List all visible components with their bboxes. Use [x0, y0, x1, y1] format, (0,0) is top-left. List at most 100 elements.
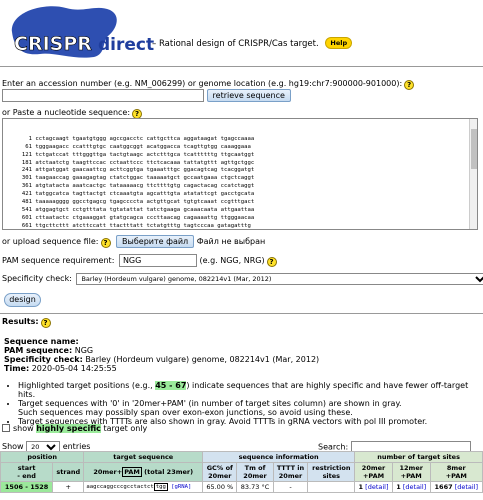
- cell-sequence: aagccaggcccgcctactct tgg [gRNA]: [83, 481, 204, 493]
- sequence-line-text: cctagcaagt tgaatgtggg agccgacctc cattgct…: [32, 135, 255, 142]
- sequence-line-text: atgtatacta aaatcactgc tataaaaacg ttctttt…: [32, 183, 255, 190]
- sequence-line-number: 361: [21, 183, 32, 190]
- help-question-icon[interactable]: ?: [404, 80, 415, 90]
- sequence-line-number: 481: [21, 199, 32, 206]
- page: CRISPR direct – Rational design of CRISP…: [0, 0, 483, 500]
- sequence-line: 121 tctgatccat tttgggttga tactgtaagc act…: [6, 152, 474, 160]
- results-table: position target sequence sequence inform…: [0, 451, 483, 493]
- header-divider: [0, 66, 483, 67]
- highly-specific-checkbox[interactable]: [2, 424, 10, 432]
- cell-12mer: 1 [detail]: [391, 481, 431, 493]
- sequence-line-number: 301: [21, 175, 32, 182]
- sequence-line-number: 181: [21, 159, 32, 166]
- group-target-sequence: target sequence: [83, 451, 204, 463]
- pam-row: PAM sequence requirement: (e.g. NGG, NRG…: [2, 254, 277, 267]
- help-button[interactable]: Help: [325, 37, 353, 49]
- sequence-line-text: tatggcatca tagttactgt ctcaaatgta agcattt…: [32, 191, 255, 198]
- sequence-line: 601 cttaatactc ctgaaaggat gtatgcagca ccc…: [6, 215, 474, 223]
- sequence-line: 541 atggagtgct cctgtttata tgtatattat tat…: [6, 207, 474, 215]
- sequence-line-number: 61: [25, 143, 32, 150]
- choose-file-button[interactable]: Выберите файл: [116, 235, 195, 248]
- specificity-label: Specificity check:: [2, 274, 72, 283]
- sequence-line-text: taagaaccag gaaagagtag ctatctggac taaaaat…: [32, 175, 255, 182]
- group-position: position: [0, 451, 85, 463]
- sequence-line-number: 121: [21, 151, 32, 158]
- tagline: – Rational design of CRISPR/Cas target. …: [152, 37, 353, 49]
- detail-link[interactable]: [detail]: [365, 483, 388, 491]
- group-target-sites: number of target sites: [354, 451, 483, 463]
- col-tttt[interactable]: TTTT in 20mer: [272, 462, 309, 482]
- time-value: 2020-05-04 14:25:55: [31, 364, 117, 373]
- cell-restriction: [307, 481, 356, 493]
- grna-link[interactable]: [gRNA]: [171, 484, 191, 490]
- note-gray: Target sequences with '0' in '20mer+PAM'…: [18, 399, 476, 417]
- sequence-line: 301 taagaaccag gaaagagtag ctatctggac taa…: [6, 175, 474, 183]
- design-button[interactable]: design: [4, 293, 41, 307]
- help-question-icon[interactable]: ?: [100, 238, 111, 248]
- col-strand[interactable]: strand: [52, 462, 85, 482]
- detail-link[interactable]: [detail]: [455, 483, 478, 491]
- col-20mer-pam[interactable]: 20mer +PAM: [354, 462, 393, 482]
- note-highlight: Highlighted target positions (e.g., 45 -…: [18, 381, 476, 399]
- group-sequence-info: sequence information: [202, 451, 356, 463]
- paste-label: or Paste a nucleotide sequence:: [2, 108, 131, 117]
- seq-name-label: Sequence name:: [4, 337, 79, 346]
- logo-text-crispr: CRISPR: [14, 33, 92, 55]
- textarea-scrollbar[interactable]: [469, 119, 477, 229]
- spec-check-label: Specificity check:: [4, 355, 83, 364]
- col-gc[interactable]: GC% of 20mer: [202, 462, 238, 482]
- file-status: Файл не выбран: [196, 237, 266, 246]
- sequence-line-number: 1: [28, 135, 32, 142]
- time-label: Time:: [4, 364, 30, 373]
- col-8mer-pam[interactable]: 8mer +PAM: [429, 462, 483, 482]
- results-info: Sequence name: PAM sequence: NGG Specifi…: [4, 337, 319, 373]
- specificity-row: Specificity check: Barley (Hordeum vulga…: [2, 273, 483, 285]
- cell-tm: 83.73 °C: [236, 481, 274, 493]
- retrieve-sequence-button[interactable]: retrieve sequence: [206, 89, 291, 102]
- divider: [0, 313, 483, 314]
- pam-seq-value: NGG: [74, 346, 94, 355]
- sequence-line-number: 601: [21, 214, 32, 221]
- col-12mer-pam[interactable]: 12mer +PAM: [391, 462, 431, 482]
- sequence-line: 241 attgatggat gaacaattcg acttcggtga tga…: [6, 167, 474, 175]
- help-question-icon[interactable]: ?: [266, 257, 277, 267]
- pam-input[interactable]: [118, 254, 197, 267]
- detail-link[interactable]: [detail]: [403, 483, 426, 491]
- sequence-line: 421 tatggcatca tagttactgt ctcaaatgta agc…: [6, 191, 474, 199]
- cell-8mer: 1667 [detail]: [429, 481, 483, 493]
- sequence-line-number: 241: [21, 167, 32, 174]
- highlight-example: 45 - 67: [155, 381, 187, 390]
- col-restriction[interactable]: restriction sites: [307, 462, 356, 482]
- sequence-line-number: 541: [21, 206, 32, 213]
- sequence-line: 181 atctaatctg taagttccac cctaattccc ttc…: [6, 160, 474, 168]
- scrollbar-thumb[interactable]: [471, 129, 477, 169]
- accession-label: Enter an accession number (e.g. NM_00629…: [2, 79, 403, 88]
- sequence-line: 361 atgtatacta aaatcactgc tataaaaacg ttc…: [6, 183, 474, 191]
- table-row[interactable]: 1506 - 1528 + aagccaggcccgcctactct tgg [g…: [0, 481, 483, 493]
- sequence-line-text: cttaatactc ctgaaaggat gtatgcagca cccttaa…: [32, 214, 255, 221]
- sequence-line-text: ttgcttcttt atcttccatt ttactttatt tctatgt…: [32, 222, 251, 229]
- col-start-end[interactable]: start - end: [0, 462, 54, 482]
- sequence-line-text: tctgatccat tttgggttga tactgtaagc actcttt…: [32, 151, 255, 158]
- pam-hint: (e.g. NGG, NRG): [199, 256, 265, 265]
- cell-position: 1506 - 1528: [0, 481, 54, 493]
- tagline-text: – Rational design of CRISPR/Cas target.: [152, 39, 319, 49]
- accession-input-row: retrieve sequence: [2, 89, 291, 102]
- sequence-textarea[interactable]: 1 cctagcaagt tgaatgtggg agccgacctc cattg…: [2, 118, 478, 230]
- sequence-line: 61 tgggaagacc ccatttgtgc caatggcggt acat…: [6, 144, 474, 152]
- help-question-icon[interactable]: ?: [40, 318, 51, 328]
- sequence-line: 481 taaaaagggg ggcctgagcg tgagccccta act…: [6, 199, 474, 207]
- accession-input[interactable]: [2, 89, 204, 102]
- crisprdirect-logo[interactable]: CRISPR direct: [4, 2, 154, 60]
- sequence-line-number: 661: [21, 222, 32, 229]
- specificity-select[interactable]: Barley (Hordeum vulgare) genome, 082214v…: [76, 273, 483, 285]
- results-title: Results:: [2, 317, 39, 326]
- col-sequence[interactable]: 20mer+ PAM (total 23mer): [83, 462, 204, 482]
- spec-check-value: Barley (Hordeum vulgare) genome, 082214v…: [85, 355, 320, 364]
- sequence-line-text: atctaatctg taagttccac cctaattccc ttctcac…: [32, 159, 255, 166]
- sequence-line-number: 421: [21, 191, 32, 198]
- pam-seq-label: PAM sequence:: [4, 346, 73, 355]
- col-tm[interactable]: Tm of 20mer: [236, 462, 274, 482]
- cell-gc: 65.00 %: [202, 481, 238, 493]
- sequence-line-text: attgatggat gaacaattcg acttcggtga tgaaatt…: [32, 167, 255, 174]
